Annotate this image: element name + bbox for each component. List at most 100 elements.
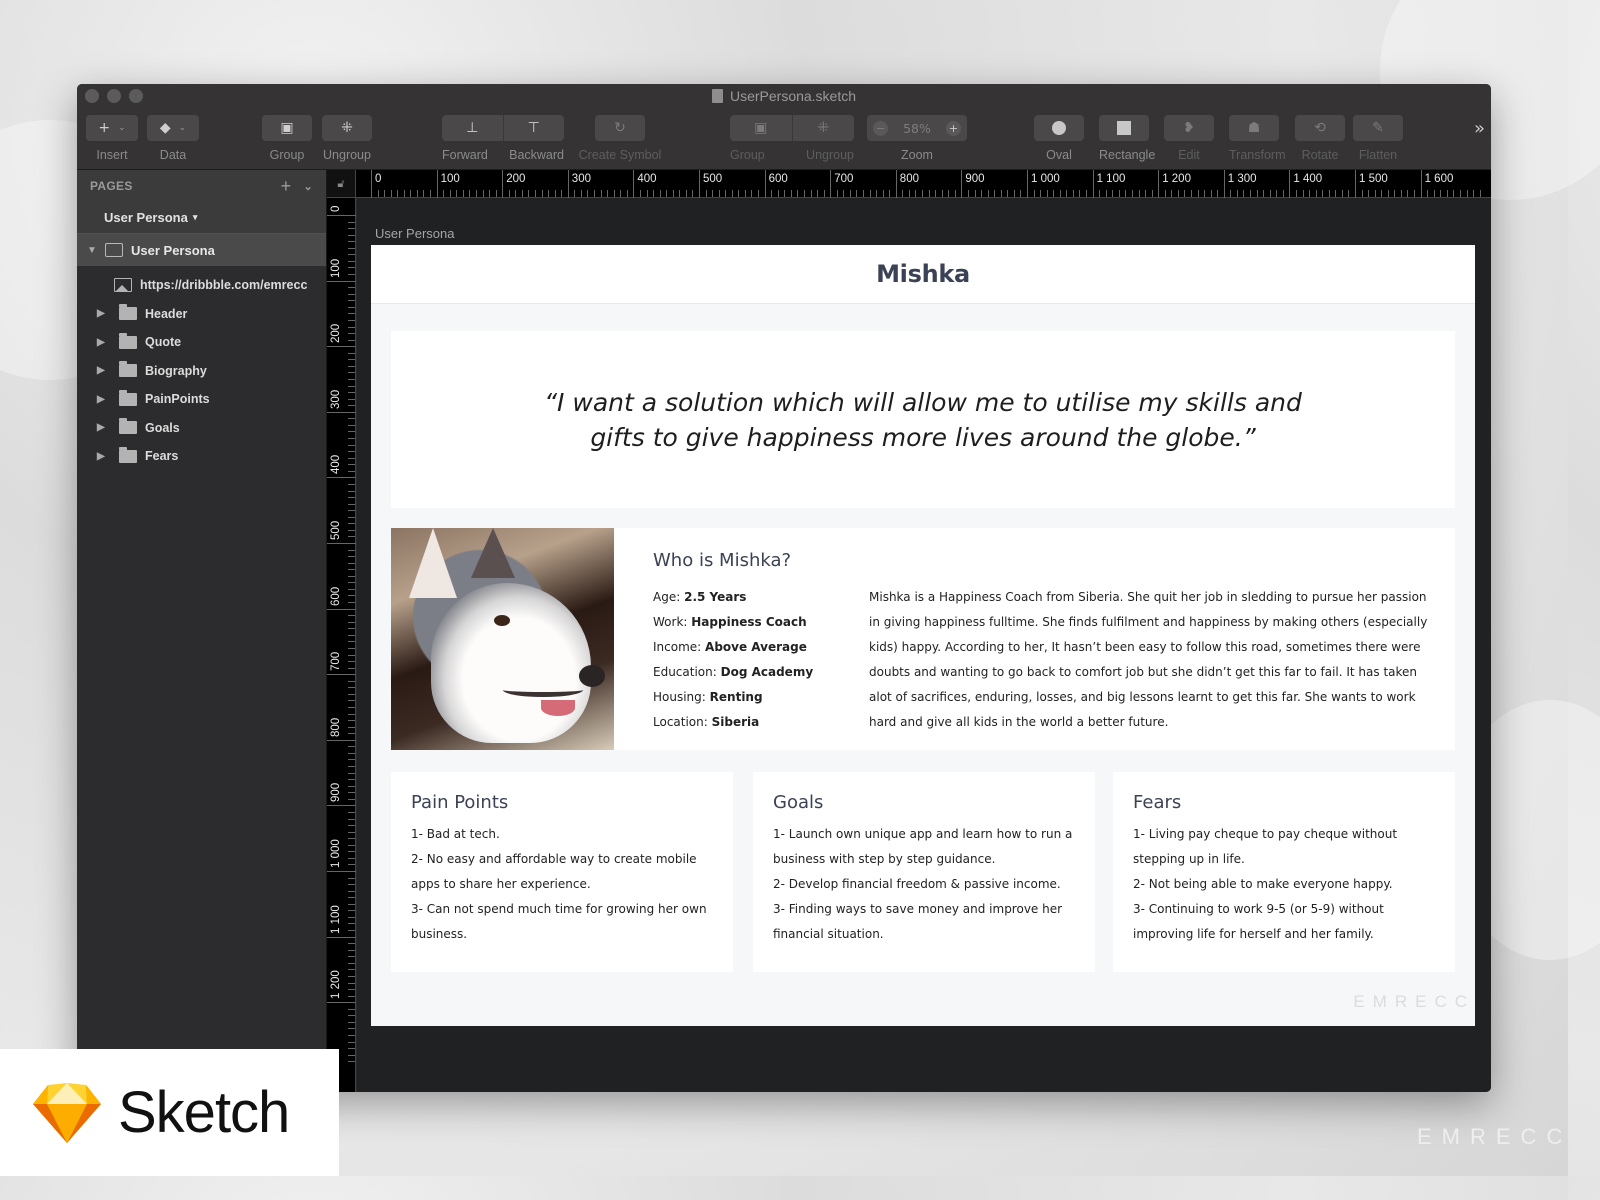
group-tool[interactable]: ▣ Group bbox=[262, 115, 312, 162]
ruler-minor-tick bbox=[1394, 190, 1396, 197]
horizontal-ruler[interactable]: 0 100 200 300 400 500 600 700 800 900 1 000 1 100 1 … bbox=[327, 170, 1491, 198]
send-backward-icon[interactable]: ⊤ bbox=[502, 115, 565, 141]
persona-artboard[interactable]: Mishka “I want a solution which will all… bbox=[371, 245, 1475, 1026]
edit-tool[interactable]: ❥ Edit bbox=[1164, 115, 1214, 162]
fact-row: Housing: Renting bbox=[653, 685, 813, 710]
group-button[interactable]: ▣ bbox=[262, 115, 312, 141]
ruler-minor-tick bbox=[348, 228, 355, 230]
disclosure-triangle-icon[interactable]: ▶ bbox=[97, 394, 109, 405]
insert-button[interactable]: + ⌄ bbox=[86, 115, 138, 141]
ruler-minor-tick bbox=[718, 190, 720, 197]
ruler-minor-tick bbox=[348, 562, 355, 564]
goal-item: 2- Develop financial freedom & passive i… bbox=[773, 877, 1061, 891]
sketch-file-icon bbox=[711, 89, 723, 103]
disclosure-triangle-icon[interactable]: ▶ bbox=[97, 337, 109, 348]
edit-label: Edit bbox=[1178, 148, 1200, 162]
ruler-minor-tick bbox=[679, 190, 681, 197]
ruler-tick-label: 1 300 bbox=[1227, 173, 1257, 185]
rotate-tool[interactable]: ⟲ Rotate bbox=[1295, 115, 1345, 162]
vertical-ruler[interactable]: 0 100 200 300 400 500 600 700 800 900 1 000 1 100 1 … bbox=[327, 198, 356, 1092]
canvas[interactable]: User Persona Mishka “I want a solution w… bbox=[357, 198, 1491, 1092]
layer-name: PainPoints bbox=[145, 392, 210, 407]
ruler-minor-tick bbox=[574, 190, 576, 197]
ruler-minor-tick bbox=[738, 190, 740, 197]
disclosure-triangle-icon[interactable]: ▶ bbox=[97, 308, 109, 319]
ruler-minor-tick bbox=[495, 190, 497, 197]
ruler-tick-label: 1 600 bbox=[1424, 173, 1454, 185]
disclosure-triangle-icon[interactable]: ▶ bbox=[97, 422, 109, 433]
ruler-minor-tick bbox=[348, 254, 355, 256]
layer-item[interactable]: https://dribbble.com/emrecc bbox=[77, 271, 326, 300]
zoom-in-button[interactable]: + bbox=[945, 120, 961, 136]
ruler-tick-label: 0 bbox=[375, 173, 382, 185]
create-symbol-button[interactable]: ↻ bbox=[595, 115, 645, 141]
ruler-minor-tick bbox=[348, 333, 355, 335]
data-tool[interactable]: ◆ ⌄ Data bbox=[147, 115, 199, 162]
ruler-minor-tick bbox=[348, 746, 355, 748]
layer-item[interactable]: ▶ Quote bbox=[77, 328, 326, 357]
ruler-minor-tick bbox=[967, 190, 969, 197]
oval-tool[interactable]: Oval bbox=[1034, 115, 1084, 162]
ruler-major-tick bbox=[633, 170, 635, 198]
zoom-control: − 58% + bbox=[867, 115, 967, 141]
ruler-minor-tick bbox=[922, 190, 924, 197]
flatten-tool[interactable]: ✎ Flatten bbox=[1353, 115, 1403, 162]
zoom-out-button[interactable]: − bbox=[873, 120, 888, 136]
layers-sidebar: PAGES + ⌄ User Persona ▾ ▼ User Persona h… bbox=[77, 170, 327, 1092]
disclosure-triangle-icon[interactable]: ▶ bbox=[97, 451, 109, 462]
ruler-minor-tick bbox=[403, 190, 405, 197]
ruler-minor-tick bbox=[443, 190, 445, 197]
transform-tool[interactable]: ☗ Transform bbox=[1229, 115, 1286, 162]
rotate-button[interactable]: ⟲ bbox=[1295, 115, 1345, 141]
artboard-layer[interactable]: ▼ User Persona bbox=[77, 234, 326, 266]
oval-button[interactable] bbox=[1034, 115, 1084, 141]
ruler-minor-tick bbox=[1256, 190, 1258, 197]
ruler-minor-tick bbox=[348, 975, 355, 977]
insert-label: Insert bbox=[96, 148, 128, 162]
create-symbol-tool[interactable]: ↻ Create Symbol bbox=[579, 115, 661, 162]
page-selector[interactable]: User Persona ▾ bbox=[77, 202, 326, 234]
insert-tool[interactable]: + ⌄ Insert bbox=[86, 115, 138, 162]
layer-item[interactable]: ▶ Goals bbox=[77, 414, 326, 443]
layer-item[interactable]: ▶ Biography bbox=[77, 357, 326, 386]
flatten-button[interactable]: ✎ bbox=[1353, 115, 1403, 141]
ungroup-icon[interactable]: ⁜ bbox=[791, 115, 855, 141]
ruler-minor-tick bbox=[348, 969, 355, 971]
ruler-minor-tick bbox=[348, 621, 355, 623]
ruler-minor-tick bbox=[348, 792, 355, 794]
ruler-tick-label: 900 bbox=[330, 783, 342, 803]
ruler-minor-tick bbox=[462, 190, 464, 197]
rectangle-button[interactable] bbox=[1099, 115, 1149, 141]
ungroup-button[interactable]: ⁜ bbox=[322, 115, 372, 141]
ruler-tick-label: 600 bbox=[330, 586, 342, 606]
ruler-minor-tick bbox=[1479, 190, 1481, 197]
ruler-minor-tick bbox=[1466, 190, 1468, 197]
group-icon[interactable]: ▣ bbox=[730, 115, 792, 141]
transform-button[interactable]: ☗ bbox=[1229, 115, 1279, 141]
ruler-minor-tick bbox=[348, 438, 355, 440]
ruler-lock-button[interactable]: 🔓︎ bbox=[327, 170, 356, 198]
data-button[interactable]: ◆ ⌄ bbox=[147, 115, 199, 141]
disclosure-triangle-icon[interactable]: ▶ bbox=[97, 365, 109, 376]
ruler-minor-tick bbox=[1302, 190, 1304, 197]
edit-button[interactable]: ❥ bbox=[1164, 115, 1214, 141]
bring-forward-icon[interactable]: ⊥ bbox=[442, 115, 503, 141]
rectangle-tool[interactable]: Rectangle bbox=[1099, 115, 1155, 162]
ruler-minor-tick bbox=[777, 190, 779, 197]
zoom-value[interactable]: 58% bbox=[903, 121, 931, 136]
disclosure-triangle-expanded-icon[interactable]: ▼ bbox=[87, 245, 99, 256]
ungroup-tool[interactable]: ⁜ Ungroup bbox=[322, 115, 372, 162]
ruler-minor-tick bbox=[348, 831, 355, 833]
layer-item[interactable]: ▶ PainPoints bbox=[77, 385, 326, 414]
quote-card: “I want a solution which will allow me t… bbox=[391, 331, 1455, 508]
ruler-tick-label: 1 500 bbox=[1359, 173, 1388, 185]
fears-card: Fears 1- Living pay cheque to pay cheque… bbox=[1113, 772, 1455, 972]
collapse-pages-button[interactable]: ⌄ bbox=[303, 180, 313, 193]
layer-item[interactable]: ▶ Fears bbox=[77, 442, 326, 471]
artboard-title[interactable]: User Persona bbox=[375, 226, 454, 241]
layer-item[interactable]: ▶ Header bbox=[77, 300, 326, 329]
toolbar-overflow-button[interactable]: » bbox=[1474, 118, 1485, 139]
ruler-minor-tick bbox=[348, 516, 355, 518]
add-page-button[interactable]: + bbox=[281, 176, 292, 197]
ruler-minor-tick bbox=[348, 497, 355, 499]
